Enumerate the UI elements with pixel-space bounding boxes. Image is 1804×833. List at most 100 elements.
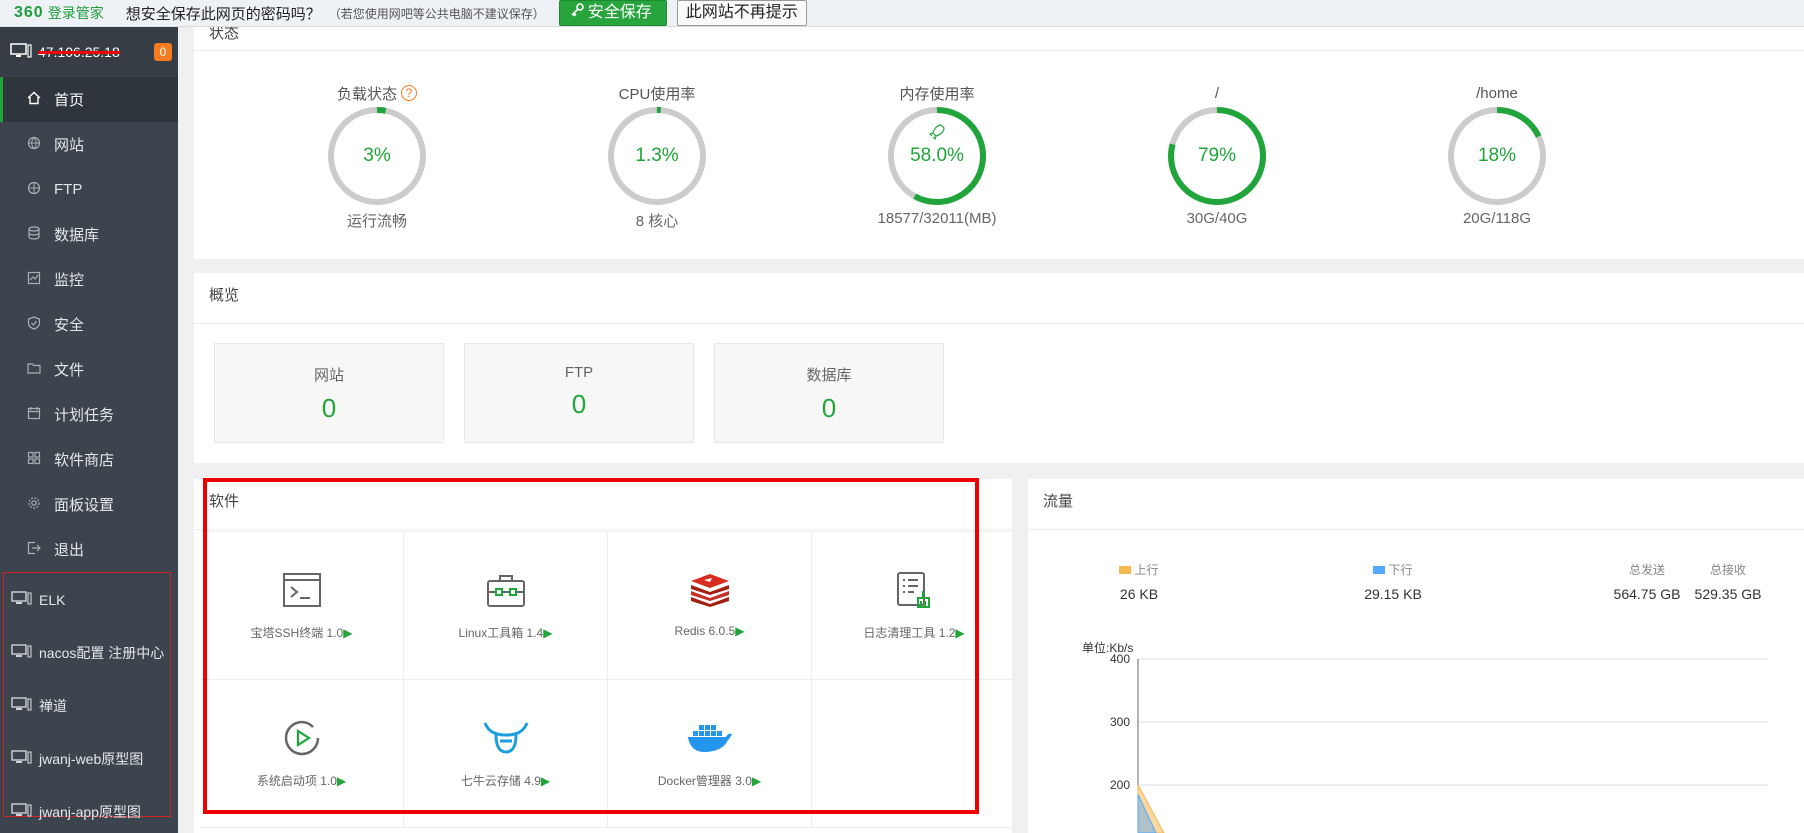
- traffic-stat-label-row: 总接收: [1643, 561, 1804, 578]
- monitor-icon: [26, 271, 42, 288]
- sidebar-item-label: 退出: [54, 542, 85, 559]
- gauge[interactable]: / 79% 30G/40G: [1122, 82, 1312, 227]
- overview-card[interactable]: 数据库 0: [714, 343, 944, 443]
- sidebar-item-0[interactable]: 首页: [0, 77, 178, 122]
- gauge-value: 1.3%: [635, 145, 679, 166]
- log-clean-icon: [812, 566, 1016, 614]
- startup-icon: [200, 714, 403, 762]
- sidebar-item-1[interactable]: 网站: [0, 122, 178, 167]
- traffic-stat-value: 529.35 GB: [1694, 586, 1762, 602]
- sidebar-item-9[interactable]: 面板设置: [0, 482, 178, 527]
- gauge-sub: 30G/40G: [1186, 210, 1248, 227]
- sidebar-item-2[interactable]: FTP: [0, 167, 178, 212]
- rocket-icon[interactable]: [927, 122, 947, 142]
- overview-card[interactable]: FTP 0: [464, 343, 694, 443]
- help-icon[interactable]: ?: [401, 85, 417, 101]
- login-manager-label: 登录管家: [47, 5, 104, 21]
- traffic-stat-label: 总接收: [1709, 563, 1746, 577]
- save-password-question: 想安全保存此网页的密码吗？: [125, 5, 321, 23]
- gauge[interactable]: CPU使用率 1.3% 8 核心: [562, 82, 752, 231]
- gauge-sub: 20G/118G: [1462, 210, 1532, 227]
- server-label: 禅道: [39, 697, 67, 714]
- password-save-bar: 360 登录管家 想安全保存此网页的密码吗？ （若您使用网吧等公共电脑不建议保存…: [0, 0, 1804, 27]
- software-name-row: Linux工具箱 1.4▶: [404, 624, 607, 641]
- sidebar-item-7[interactable]: 计划任务: [0, 392, 178, 437]
- gauge-ring: 3%: [327, 106, 427, 206]
- gauge-ring: 79%: [1167, 106, 1267, 206]
- server-label: ELK: [39, 591, 66, 608]
- play-arrow-icon: ▶: [955, 626, 965, 640]
- server-item[interactable]: ELK: [4, 573, 170, 626]
- sidebar: 47.106.25.18 0 首页网站 FTP 数据库监控安全 文件计划任务软件商店面…: [0, 27, 178, 833]
- software-panel: 软件 宝塔SSH终端 1.0▶ Linux工具箱 1.4▶ Redis 6.0.5▶…: [194, 479, 1018, 833]
- play-arrow-icon: ▶: [336, 774, 347, 788]
- overview-card[interactable]: 网站 0: [214, 343, 444, 443]
- sidebar-item-8[interactable]: 软件商店: [0, 437, 178, 482]
- play-arrow-icon: ▶: [751, 774, 762, 788]
- server-item[interactable]: nacos配置 注册中心: [4, 626, 170, 679]
- monitor-icon: [11, 802, 33, 821]
- software-name: Linux工具箱 1.4: [458, 626, 544, 640]
- play-arrow-icon: ▶: [543, 626, 553, 640]
- database-icon: [26, 226, 42, 243]
- legend-swatch: [1373, 565, 1386, 574]
- software-empty-slot: [812, 680, 1016, 828]
- safe-save-button[interactable]: 安全保存: [558, 0, 667, 26]
- software-item[interactable]: 宝塔SSH终端 1.0▶: [200, 532, 404, 680]
- software-name-row: 日志清理工具 1.2▶: [812, 624, 1016, 641]
- gauge-label: 内存使用率: [899, 85, 975, 103]
- sidebar-item-10[interactable]: 退出: [0, 527, 178, 572]
- gauge[interactable]: 负载状态? 3% 运行流畅: [282, 82, 472, 231]
- software-item[interactable]: 系统启动项 1.0▶: [200, 680, 404, 828]
- software-item[interactable]: 七牛云存储 4.9▶: [404, 680, 608, 828]
- gear-icon: [26, 496, 42, 513]
- software-title: 软件: [194, 479, 1012, 530]
- home-icon: [26, 91, 42, 108]
- gauge-value: 18%: [1477, 145, 1517, 166]
- traffic-stat: 下行 29.15 KB: [1308, 561, 1478, 602]
- gauge-value: 58.0%: [910, 145, 964, 166]
- gauge-sub: 8 核心: [635, 213, 679, 230]
- software-item[interactable]: Docker管理器 3.0▶: [608, 680, 812, 828]
- sidebar-item-label: 面板设置: [54, 497, 115, 514]
- sidebar-item-label: 软件商店: [54, 452, 115, 469]
- overview-card-label: FTP: [564, 364, 594, 381]
- gauge-ring: 1.3%: [607, 106, 707, 206]
- server-item[interactable]: 禅道: [4, 679, 170, 732]
- monitor-icon: [11, 590, 33, 609]
- sidebar-item-label: FTP: [54, 181, 83, 198]
- traffic-stat: 上行 26 KB: [1054, 561, 1224, 602]
- traffic-stat-label-row: 下行: [1308, 561, 1478, 578]
- software-item[interactable]: Linux工具箱 1.4▶: [404, 532, 608, 680]
- gauge-label-row: /home: [1402, 82, 1592, 104]
- sidebar-item-6[interactable]: 文件: [0, 347, 178, 392]
- status-panel: 状态 负载状态? 3% 运行流畅 CPU使用率 1.3% 8 核心 内存使用率 58.0% 18…: [194, 26, 1804, 259]
- notification-badge[interactable]: 0: [154, 43, 172, 61]
- main-nav: 首页网站 FTP 数据库监控安全 文件计划任务软件商店面板设置退出: [0, 77, 178, 572]
- sidebar-item-label: 计划任务: [54, 407, 115, 424]
- gauge[interactable]: /home 18% 20G/118G: [1402, 82, 1592, 227]
- sidebar-item-4[interactable]: 监控: [0, 257, 178, 302]
- sidebar-item-label: 网站: [54, 137, 85, 154]
- qiniu-icon: [404, 714, 607, 762]
- server-item[interactable]: jwanj-web原型图: [4, 732, 170, 785]
- software-item[interactable]: 日志清理工具 1.2▶: [812, 532, 1016, 680]
- status-title: 状态: [194, 26, 1804, 51]
- gauge-label-row: 负载状态?: [282, 82, 472, 104]
- sidebar-item-5[interactable]: 安全: [0, 302, 178, 347]
- grid-icon: [26, 451, 42, 468]
- logout-icon: [26, 541, 42, 558]
- server-list: ELK nacos配置 注册中心 禅道 jwanj-web原型图 jwanj-app原型…: [3, 572, 171, 820]
- current-server[interactable]: 47.106.25.18 0: [0, 27, 178, 77]
- server-item[interactable]: jwanj-app原型图: [4, 785, 170, 833]
- no-prompt-button[interactable]: 此网站不再提示: [676, 0, 807, 26]
- software-item[interactable]: Redis 6.0.5▶: [608, 532, 812, 680]
- gauge[interactable]: 内存使用率 58.0% 18577/32011(MB): [842, 82, 1032, 228]
- sidebar-item-label: 监控: [54, 272, 85, 289]
- overview-card-label: 网站: [313, 367, 344, 384]
- sidebar-item-3[interactable]: 数据库: [0, 212, 178, 257]
- 360-logo: 360: [14, 4, 44, 21]
- server-label: jwanj-app原型图: [39, 803, 141, 820]
- y-tick-label: 200: [1110, 778, 1130, 792]
- server-label: nacos配置 注册中心: [39, 644, 165, 661]
